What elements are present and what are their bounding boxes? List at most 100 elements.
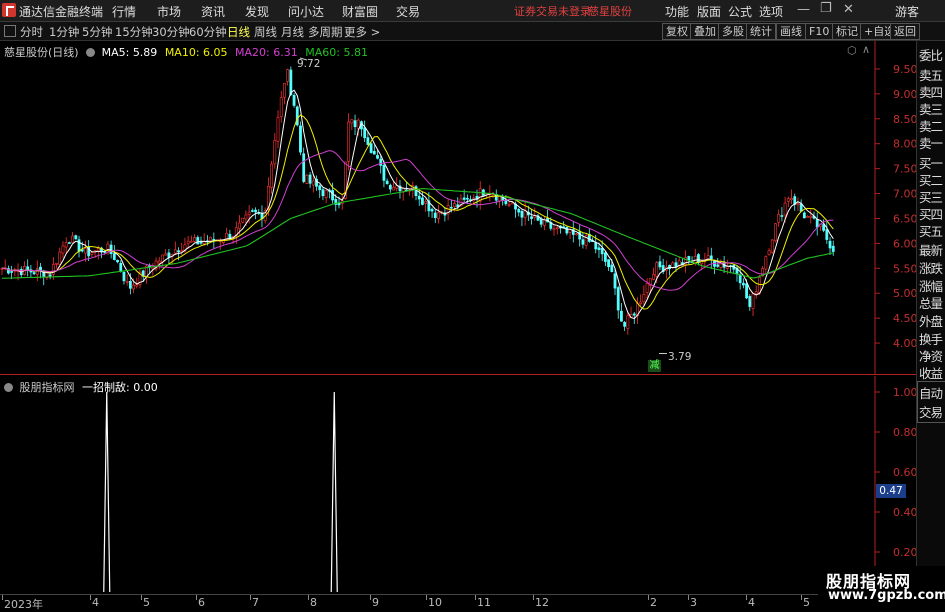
period-tab-multi[interactable]: 多周期 [308,24,343,40]
candle-body [632,313,636,316]
period-tab-5min[interactable]: 5分钟 [82,24,112,40]
menu-market-quotes[interactable]: 行情 [112,3,136,20]
mark-button[interactable]: 标记 [832,23,862,40]
period-tab-weekly[interactable]: 周线 [254,24,277,40]
menu-discover[interactable]: 发现 [245,3,269,20]
candle-body [292,94,296,106]
candlesticks [0,66,835,335]
candle-body [61,245,65,254]
menu-fortune-circle[interactable]: 财富圈 [342,3,378,20]
main-chart-canvas[interactable]: 9.50 9.00 8.50 8.00 7.50 7.00 6.50 6.00 5.50 5.00… [0,41,916,375]
indicator-name[interactable]: 股朋指标网 [20,381,75,394]
menu-function[interactable]: 功能 [665,3,689,20]
auto-trade-box[interactable] [917,381,945,423]
indicator-chart[interactable]: 1.00 0.80 0.60 0.40 0.20 股朋指标网 一招制敌: 0.00 0.… [0,376,916,594]
candle-body [462,197,466,200]
candle-body [831,245,835,252]
main-kline-chart[interactable]: 9.50 9.00 8.50 8.00 7.50 7.00 6.50 6.00 5.50 5.00… [0,41,916,375]
candle-body [674,262,678,268]
menu-formula[interactable]: 公式 [728,3,752,20]
candle-body [603,252,607,262]
candle-body [363,127,367,139]
candle-body [552,228,556,231]
candle-body [283,82,286,98]
back-button[interactable]: 返回 [890,23,920,40]
indicator-toggle-icon[interactable] [4,383,13,392]
period-tab-intraday[interactable]: 分时 [20,24,43,40]
price-tick-label: 4.00 [893,337,916,350]
candle-body [581,239,585,245]
app-logo-icon [2,3,16,17]
f10-button[interactable]: F10 [805,23,834,40]
minimize-icon[interactable]: — [797,2,810,17]
indicator-canvas[interactable]: 1.00 0.80 0.60 0.40 0.20 [0,376,916,594]
candle-body [71,235,75,243]
menu-layout[interactable]: 版面 [697,3,721,20]
candle-body [74,235,78,240]
period-tab-more[interactable]: 更多 > [344,24,380,40]
period-tab-monthly[interactable]: 月线 [281,24,304,40]
candle-body [193,237,196,242]
period-tab-1min[interactable]: 1分钟 [49,24,79,40]
period-tab-60min[interactable]: 60分钟 [189,24,227,40]
candle-body [32,272,36,275]
draw-line-button[interactable]: 画线 [776,23,806,40]
menu-news[interactable]: 资讯 [201,3,225,20]
candle-body [626,315,630,329]
menu-ask[interactable]: 问小达 [288,3,324,20]
menu-trade[interactable]: 交易 [396,3,420,20]
guest-label[interactable]: 游客 [895,3,919,20]
stock-label[interactable]: 慈星股份(日线) [4,46,79,59]
menu-options[interactable]: 选项 [759,3,783,20]
candle-body [770,239,774,253]
candle-body [517,209,521,213]
candle-body [90,252,94,255]
chart-up-icon[interactable]: ∧ [862,43,870,56]
candle-body [424,201,428,204]
overlay-button[interactable]: 叠加 [690,23,720,40]
price-tick-label: 4.50 [893,312,916,325]
candle-body [247,211,251,215]
panel-toggle-icon[interactable] [4,25,16,37]
date-axis-label: 7 [252,596,259,609]
period-tab-15min[interactable]: 15分钟 [115,24,153,40]
adjust-button[interactable]: 复权 [662,23,692,40]
restore-icon[interactable]: ❐ [820,1,832,16]
candle-body [799,203,803,212]
moving-average-lines [1,89,834,320]
current-stock-notice[interactable]: 慈星股份 [588,3,632,19]
candle-body [825,229,829,240]
candle-body [802,212,806,219]
price-tick-label: 6.00 [893,237,916,250]
candle-body [353,120,357,128]
price-tick-label: 5.50 [893,262,916,275]
date-axis-tick [250,595,251,600]
high-price-label: 9.72 [297,58,321,70]
candle-body [388,184,392,190]
menu-market[interactable]: 市场 [157,3,181,20]
legend-toggle-icon[interactable] [86,48,96,57]
statistics-button[interactable]: 统计 [746,23,776,40]
close-icon[interactable]: ✕ [843,2,854,17]
candle-body [719,263,723,268]
candle-body [241,217,245,223]
quote-field-15: 外盘 [919,314,943,329]
candle-body [430,208,434,212]
candle-body [196,237,200,245]
candle-body [48,274,52,277]
watermark-url: www.7gpzb.com [828,588,945,603]
signal-spikes [103,391,338,593]
trade-login-notice[interactable]: 证券交易未登录 [514,3,591,19]
period-tab-daily[interactable]: 日线 [227,24,250,40]
candle-body [433,212,437,219]
quote-side-panel: 委比 卖五 卖四 卖三 卖二 卖一 买一 买二 买三 买四 买五 最新 涨跌 涨幅 总量 外盘 换手 净资 收益 自动… [916,41,945,609]
candle-body [84,247,87,254]
price-tick-label: 5.00 [893,287,916,300]
reduce-marker[interactable]: 减 [648,360,661,372]
candle-body [777,214,781,223]
period-tab-30min[interactable]: 30分钟 [152,24,190,40]
candle-body [790,198,793,201]
ma20-legend: MA20: 6.31 [235,46,298,59]
chart-settings-icon[interactable]: ⬡ [847,44,857,57]
multi-stock-button[interactable]: 多股 [718,23,748,40]
